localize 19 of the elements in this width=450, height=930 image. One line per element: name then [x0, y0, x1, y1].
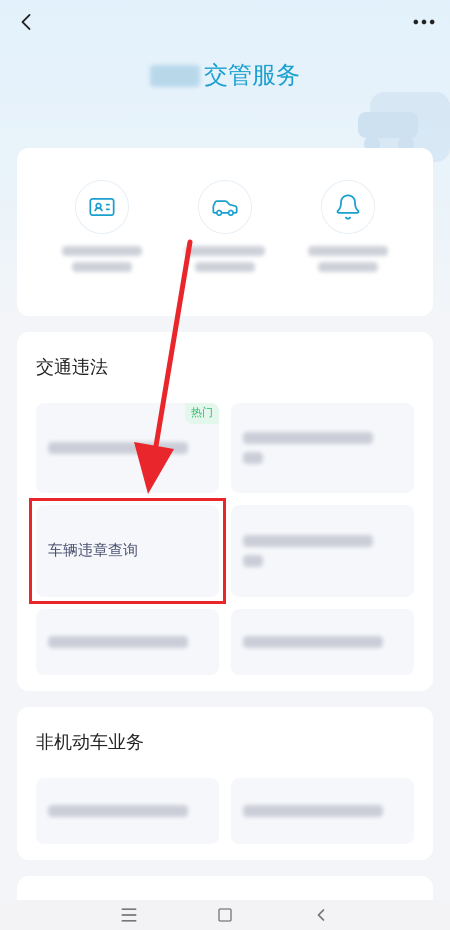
hot-badge: 热门	[185, 403, 219, 424]
blurred-text	[243, 555, 263, 567]
service-tile[interactable]	[36, 609, 219, 675]
blurred-text	[243, 452, 263, 464]
home-icon[interactable]	[217, 907, 233, 923]
blurred-text	[194, 262, 255, 272]
service-tile[interactable]	[231, 778, 414, 844]
service-tile[interactable]	[36, 778, 219, 844]
blurred-text	[150, 65, 200, 87]
blurred-text	[318, 262, 378, 272]
blurred-text	[72, 262, 132, 272]
section-title: 交通违法	[36, 356, 109, 379]
section-title: 非机动车业务	[36, 731, 145, 754]
page-title: 交管服务	[204, 61, 300, 91]
service-tile[interactable]	[231, 609, 414, 675]
service-tile[interactable]	[231, 505, 414, 597]
bell-icon	[334, 193, 362, 221]
service-tile[interactable]: 车辆违章查询	[36, 505, 219, 597]
service-tile[interactable]	[231, 403, 414, 493]
